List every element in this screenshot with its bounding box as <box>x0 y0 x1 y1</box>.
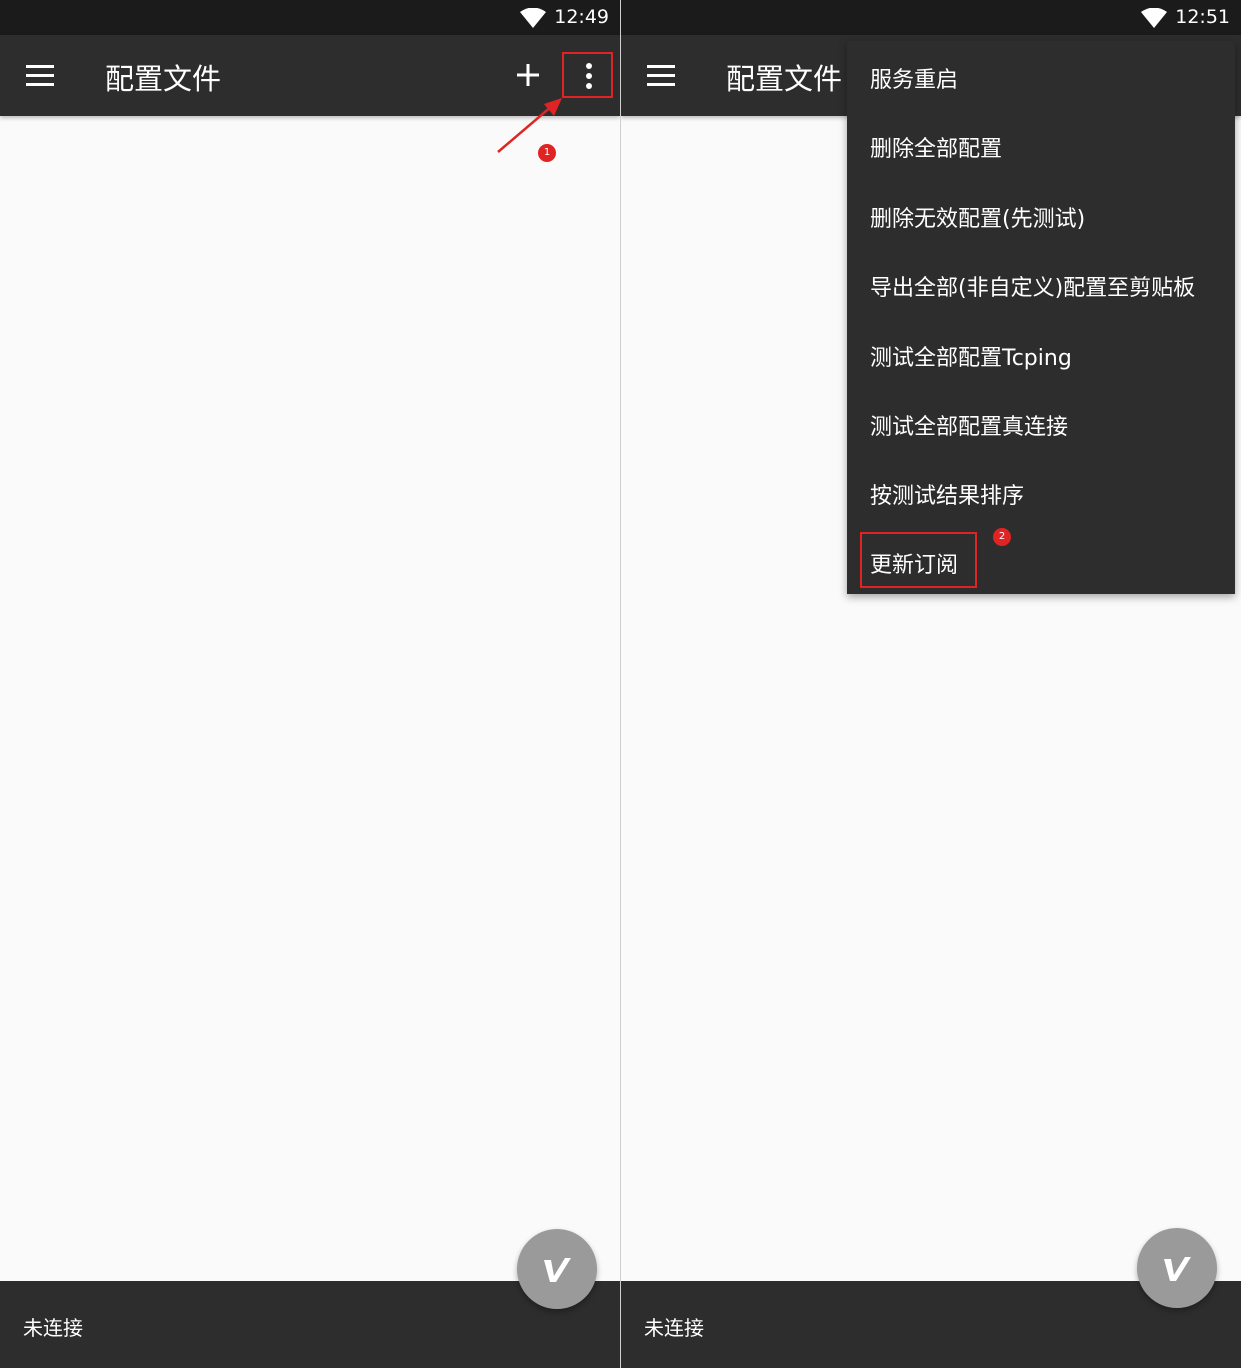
v2ray-logo-icon <box>1164 1257 1191 1281</box>
status-time: 12:49 <box>554 6 609 28</box>
menu-icon[interactable] <box>26 65 54 87</box>
status-bar: 12:49 <box>0 0 620 35</box>
menu-item-delete-all[interactable]: 删除全部配置 <box>870 131 1002 163</box>
status-time: 12:51 <box>1175 6 1230 28</box>
menu-item-export-clipboard[interactable]: 导出全部(非自定义)配置至剪贴板 <box>870 270 1195 302</box>
annotation-highlight-update <box>860 532 977 588</box>
annotation-badge: 1 <box>538 144 556 162</box>
wifi-icon <box>520 8 546 28</box>
menu-item-test-tcping[interactable]: 测试全部配置Tcping <box>870 340 1072 372</box>
connection-status: 未连接 <box>644 1316 704 1340</box>
wifi-icon <box>1141 8 1167 28</box>
page-title: 配置文件 <box>726 62 843 96</box>
add-icon[interactable] <box>515 62 541 88</box>
annotation-badge: 2 <box>993 528 1011 546</box>
connect-fab-button[interactable] <box>1137 1228 1217 1308</box>
menu-item-restart-service[interactable]: 服务重启 <box>870 62 958 94</box>
menu-item-test-real-connection[interactable]: 测试全部配置真连接 <box>870 409 1068 441</box>
v2ray-logo-icon <box>544 1258 571 1282</box>
right-screen: 12:51 配置文件 服务重启 删除全部配置 删除无效配置(先测试) 导出全部(… <box>621 0 1241 1368</box>
page-title: 配置文件 <box>105 62 222 96</box>
overflow-menu: 服务重启 删除全部配置 删除无效配置(先测试) 导出全部(非自定义)配置至剪贴板… <box>847 41 1235 594</box>
left-screen: 12:49 配置文件 1 未连接 <box>0 0 620 1368</box>
connect-fab-button[interactable] <box>517 1229 597 1309</box>
annotation-arrow <box>497 98 562 153</box>
menu-item-delete-invalid[interactable]: 删除无效配置(先测试) <box>870 201 1085 233</box>
menu-icon[interactable] <box>647 65 675 87</box>
connection-status: 未连接 <box>23 1316 83 1340</box>
status-bar: 12:51 <box>621 0 1241 35</box>
menu-item-sort-by-result[interactable]: 按测试结果排序 <box>870 478 1024 510</box>
